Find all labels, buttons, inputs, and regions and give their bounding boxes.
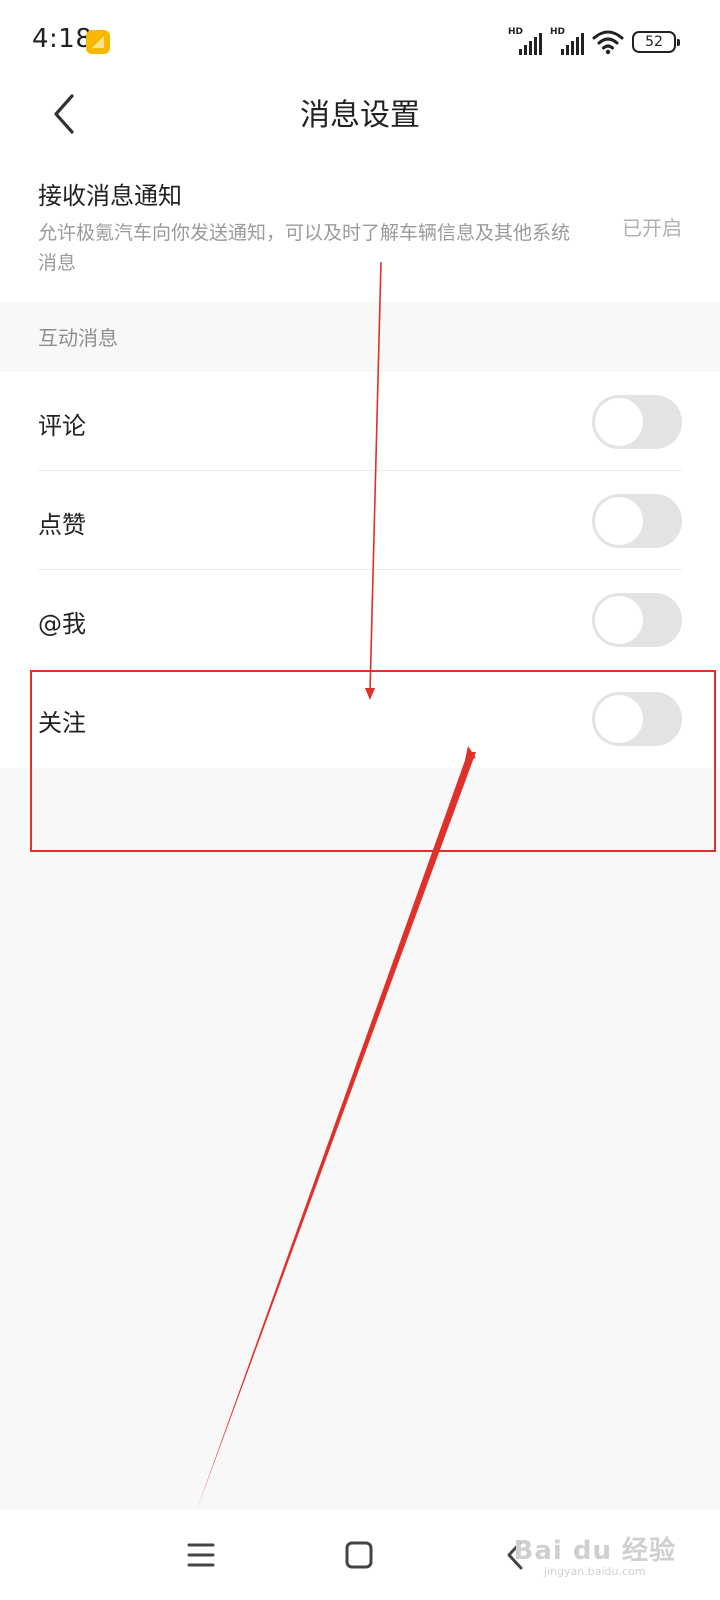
home-square-icon: [345, 1541, 373, 1569]
status-icons: HD HD 52: [508, 27, 680, 56]
gallery-notification-icon: [86, 30, 110, 54]
baidu-watermark: Bai du 经验 jingyan.baidu.com: [514, 1530, 677, 1578]
like-toggle[interactable]: [592, 494, 682, 548]
signal-1-icon: HD: [508, 27, 542, 55]
status-time: 4:18: [32, 24, 93, 54]
receive-notification-title: 接收消息通知: [38, 182, 182, 210]
follow-toggle[interactable]: [592, 692, 682, 746]
wifi-icon: [592, 30, 624, 55]
follow-row: 关注: [0, 669, 720, 768]
menu-icon: [187, 1543, 215, 1567]
receive-notification-row[interactable]: 接收消息通知 允许极氪汽车向你发送通知，可以及时了解车辆信息及其他系统消息 已开…: [0, 154, 720, 302]
notification-status: 已开启: [622, 216, 682, 240]
interaction-list: 评论 点赞 @我 关注: [0, 372, 720, 768]
mention-row: @我: [0, 570, 720, 669]
header: 消息设置: [0, 84, 720, 154]
watermark-main: Bai du 经验: [513, 1536, 676, 1566]
battery-level: 52: [645, 34, 663, 50]
battery-icon: 52: [632, 31, 680, 53]
mention-label: @我: [38, 610, 86, 638]
like-row: 点赞: [0, 471, 720, 570]
page-title: 消息设置: [300, 98, 420, 133]
toggle-knob: [595, 695, 643, 743]
toggle-knob: [595, 596, 643, 644]
status-bar: 4:18 HD HD 52: [0, 0, 720, 84]
comment-row: 评论: [0, 372, 720, 471]
receive-notification-description: 允许极氪汽车向你发送通知，可以及时了解车辆信息及其他系统消息: [38, 222, 571, 274]
toggle-knob: [595, 398, 643, 446]
comment-toggle[interactable]: [592, 395, 682, 449]
home-button[interactable]: [334, 1530, 384, 1580]
comment-label: 评论: [38, 412, 86, 440]
follow-label: 关注: [38, 709, 86, 737]
annotation-arrow-bottom: [196, 752, 476, 1512]
like-label: 点赞: [38, 511, 86, 539]
menu-button[interactable]: [176, 1530, 226, 1580]
signal-2-icon: HD: [550, 27, 584, 55]
mention-toggle[interactable]: [592, 593, 682, 647]
toggle-knob: [595, 497, 643, 545]
interaction-group-label: 互动消息: [38, 326, 118, 350]
